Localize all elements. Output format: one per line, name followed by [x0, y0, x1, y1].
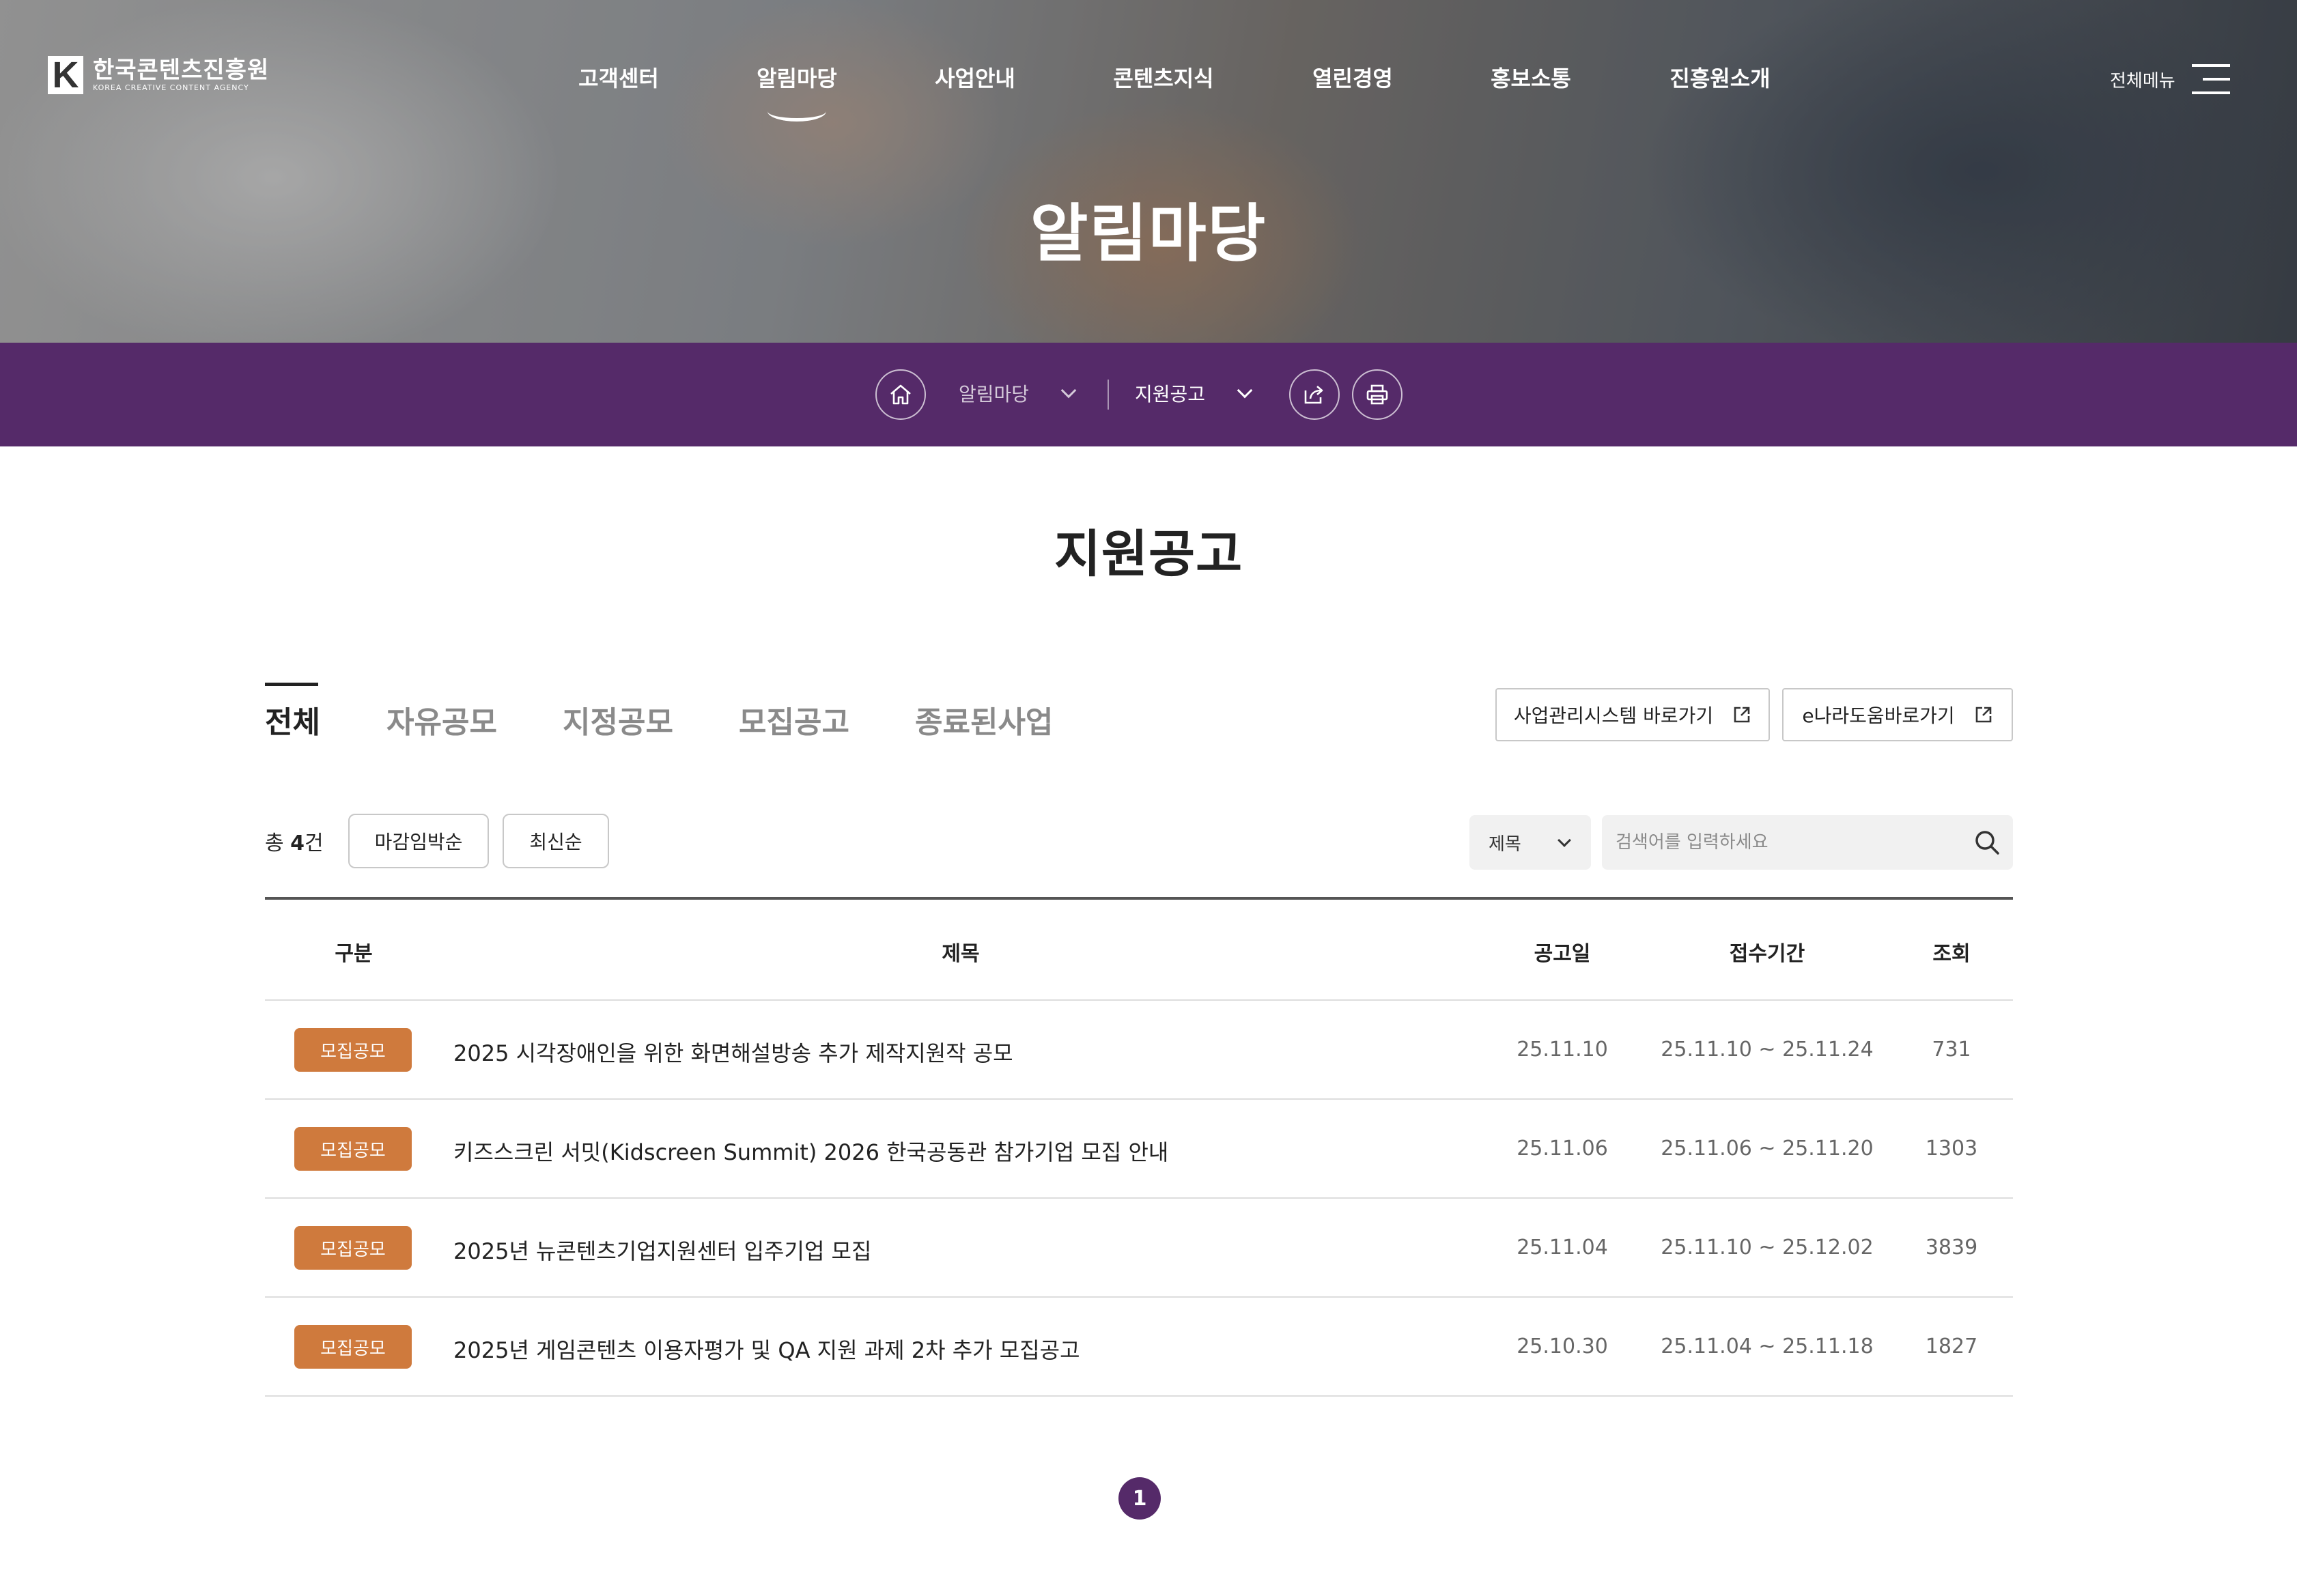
location-depth2-label: 지원공고 — [1135, 383, 1206, 405]
category-badge: 모집공모 — [294, 1226, 412, 1270]
chevron-down-icon — [1558, 833, 1571, 847]
sort-deadline-button[interactable]: 마감임박순 — [348, 814, 489, 868]
print-button[interactable] — [1352, 369, 1403, 420]
tab-open-call[interactable]: 자유공모 — [386, 698, 497, 741]
column-header-title: 제목 — [942, 942, 980, 966]
nav-content-knowledge[interactable]: 콘텐츠지식 — [1113, 61, 1213, 93]
total-count-value: 4 — [290, 831, 305, 855]
notice-table: 구분 제목 공고일 접수기간 조회 모집공모 2025 시각장애인을 위한 화면… — [265, 897, 2013, 1397]
search-input[interactable] — [1616, 815, 1943, 870]
nav-pr[interactable]: 홍보소통 — [1491, 61, 1571, 93]
table-row[interactable]: 모집공모 2025년 뉴콘텐츠기업지원센터 입주기업 모집 25.11.04 2… — [265, 1199, 2013, 1298]
external-link-icon — [1975, 707, 1991, 723]
nav-business[interactable]: 사업안내 — [935, 61, 1015, 93]
global-navigation: 고객센터 알림마당 사업안내 콘텐츠지식 열린경영 홍보소통 진흥원소개 — [0, 61, 2297, 96]
tab-all[interactable]: 전체 — [265, 698, 320, 741]
external-link-icon — [1734, 707, 1750, 723]
table-row[interactable]: 모집공모 키즈스크린 서밋(Kidscreen Summit) 2026 한국공… — [265, 1100, 2013, 1199]
home-icon — [890, 384, 911, 405]
notice-period: 25.11.04 ~ 25.11.18 — [1661, 1335, 1874, 1358]
column-header-views: 조회 — [1932, 942, 1971, 966]
notice-date: 25.11.06 — [1517, 1137, 1608, 1160]
search-field-value: 제목 — [1489, 833, 1521, 855]
chevron-down-icon — [1060, 382, 1077, 399]
table-row[interactable]: 모집공모 2025년 게임콘텐츠 이용자평가 및 QA 지원 과제 2차 추가 … — [265, 1298, 2013, 1397]
nav-notice[interactable]: 알림마당 — [757, 61, 837, 93]
category-badge: 모집공모 — [294, 1028, 412, 1072]
table-header: 구분 제목 공고일 접수기간 조회 — [265, 900, 2013, 1001]
active-tab-indicator — [265, 683, 318, 686]
notice-period: 25.11.10 ~ 25.11.24 — [1661, 1038, 1874, 1061]
search-icon[interactable] — [1972, 827, 2002, 857]
tab-designated-call[interactable]: 지정공모 — [563, 698, 673, 741]
enara-link-label: e나라도움바로가기 — [1802, 704, 1955, 727]
business-system-link-label: 사업관리시스템 바로가기 — [1513, 704, 1714, 727]
share-button[interactable] — [1289, 369, 1340, 420]
category-badge: 모집공모 — [294, 1325, 412, 1369]
location-depth2-dropdown[interactable]: 지원공고 — [1135, 380, 1253, 407]
notice-views: 1827 — [1925, 1335, 1978, 1358]
notice-period: 25.11.10 ~ 25.12.02 — [1661, 1236, 1874, 1259]
hero-banner: K 한국콘텐츠진흥원 KOREA CREATIVE CONTENT AGENCY… — [0, 0, 2297, 343]
all-menu-button[interactable]: 전체메뉴 — [2110, 64, 2230, 94]
notice-title-link[interactable]: 2025년 게임콘텐츠 이용자평가 및 QA 지원 과제 2차 추가 모집공고 — [453, 1333, 1080, 1365]
page-title: 지원공고 — [1054, 525, 1243, 584]
notice-date: 25.11.10 — [1517, 1038, 1608, 1061]
notice-views: 1303 — [1925, 1137, 1978, 1160]
notice-title-link[interactable]: 키즈스크린 서밋(Kidscreen Summit) 2026 한국공동관 참가… — [453, 1135, 1168, 1167]
notice-views: 3839 — [1925, 1236, 1978, 1259]
search-box — [1602, 815, 2013, 870]
tab-closed-projects[interactable]: 종료된사업 — [915, 698, 1053, 741]
nav-open-management[interactable]: 열린경영 — [1312, 61, 1393, 93]
home-button[interactable] — [875, 369, 926, 420]
business-system-link-button[interactable]: 사업관리시스템 바로가기 — [1495, 688, 1770, 741]
chevron-down-icon — [1237, 382, 1253, 399]
hamburger-icon — [2191, 64, 2230, 94]
hero-title: 알림마당 — [1030, 197, 1267, 270]
print-icon — [1366, 384, 1388, 405]
location-depth1-label: 알림마당 — [959, 383, 1030, 405]
column-header-date: 공고일 — [1534, 942, 1591, 966]
location-bar: 알림마당 지원공고 — [0, 343, 2297, 446]
notice-title-link[interactable]: 2025 시각장애인을 위한 화면해설방송 추가 제작지원작 공모 — [453, 1036, 1013, 1068]
location-divider — [1108, 380, 1109, 410]
sort-latest-button[interactable]: 최신순 — [503, 814, 609, 868]
category-badge: 모집공모 — [294, 1127, 412, 1171]
enara-link-button[interactable]: e나라도움바로가기 — [1782, 688, 2013, 741]
notice-date: 25.11.04 — [1517, 1236, 1608, 1259]
search-field-select[interactable]: 제목 — [1469, 815, 1591, 870]
all-menu-label: 전체메뉴 — [2110, 70, 2175, 91]
location-depth1-dropdown[interactable]: 알림마당 — [959, 380, 1077, 407]
tab-recruitment[interactable]: 모집공고 — [739, 698, 849, 741]
notice-title-link[interactable]: 2025년 뉴콘텐츠기업지원센터 입주기업 모집 — [453, 1234, 871, 1266]
column-header-period: 접수기간 — [1729, 942, 1805, 966]
share-icon — [1304, 386, 1323, 404]
notice-period: 25.11.06 ~ 25.11.20 — [1661, 1137, 1874, 1160]
page-button-current[interactable]: 1 — [1118, 1477, 1161, 1520]
nav-active-indicator — [767, 101, 826, 122]
notice-views: 731 — [1932, 1038, 1971, 1061]
column-header-category: 구분 — [335, 942, 373, 966]
total-count: 총 4건 — [265, 831, 324, 855]
notice-date: 25.10.30 — [1517, 1335, 1608, 1358]
nav-customer-center[interactable]: 고객센터 — [578, 61, 659, 93]
nav-about[interactable]: 진흥원소개 — [1669, 61, 1770, 93]
table-row[interactable]: 모집공모 2025 시각장애인을 위한 화면해설방송 추가 제작지원작 공모 2… — [265, 1001, 2013, 1100]
